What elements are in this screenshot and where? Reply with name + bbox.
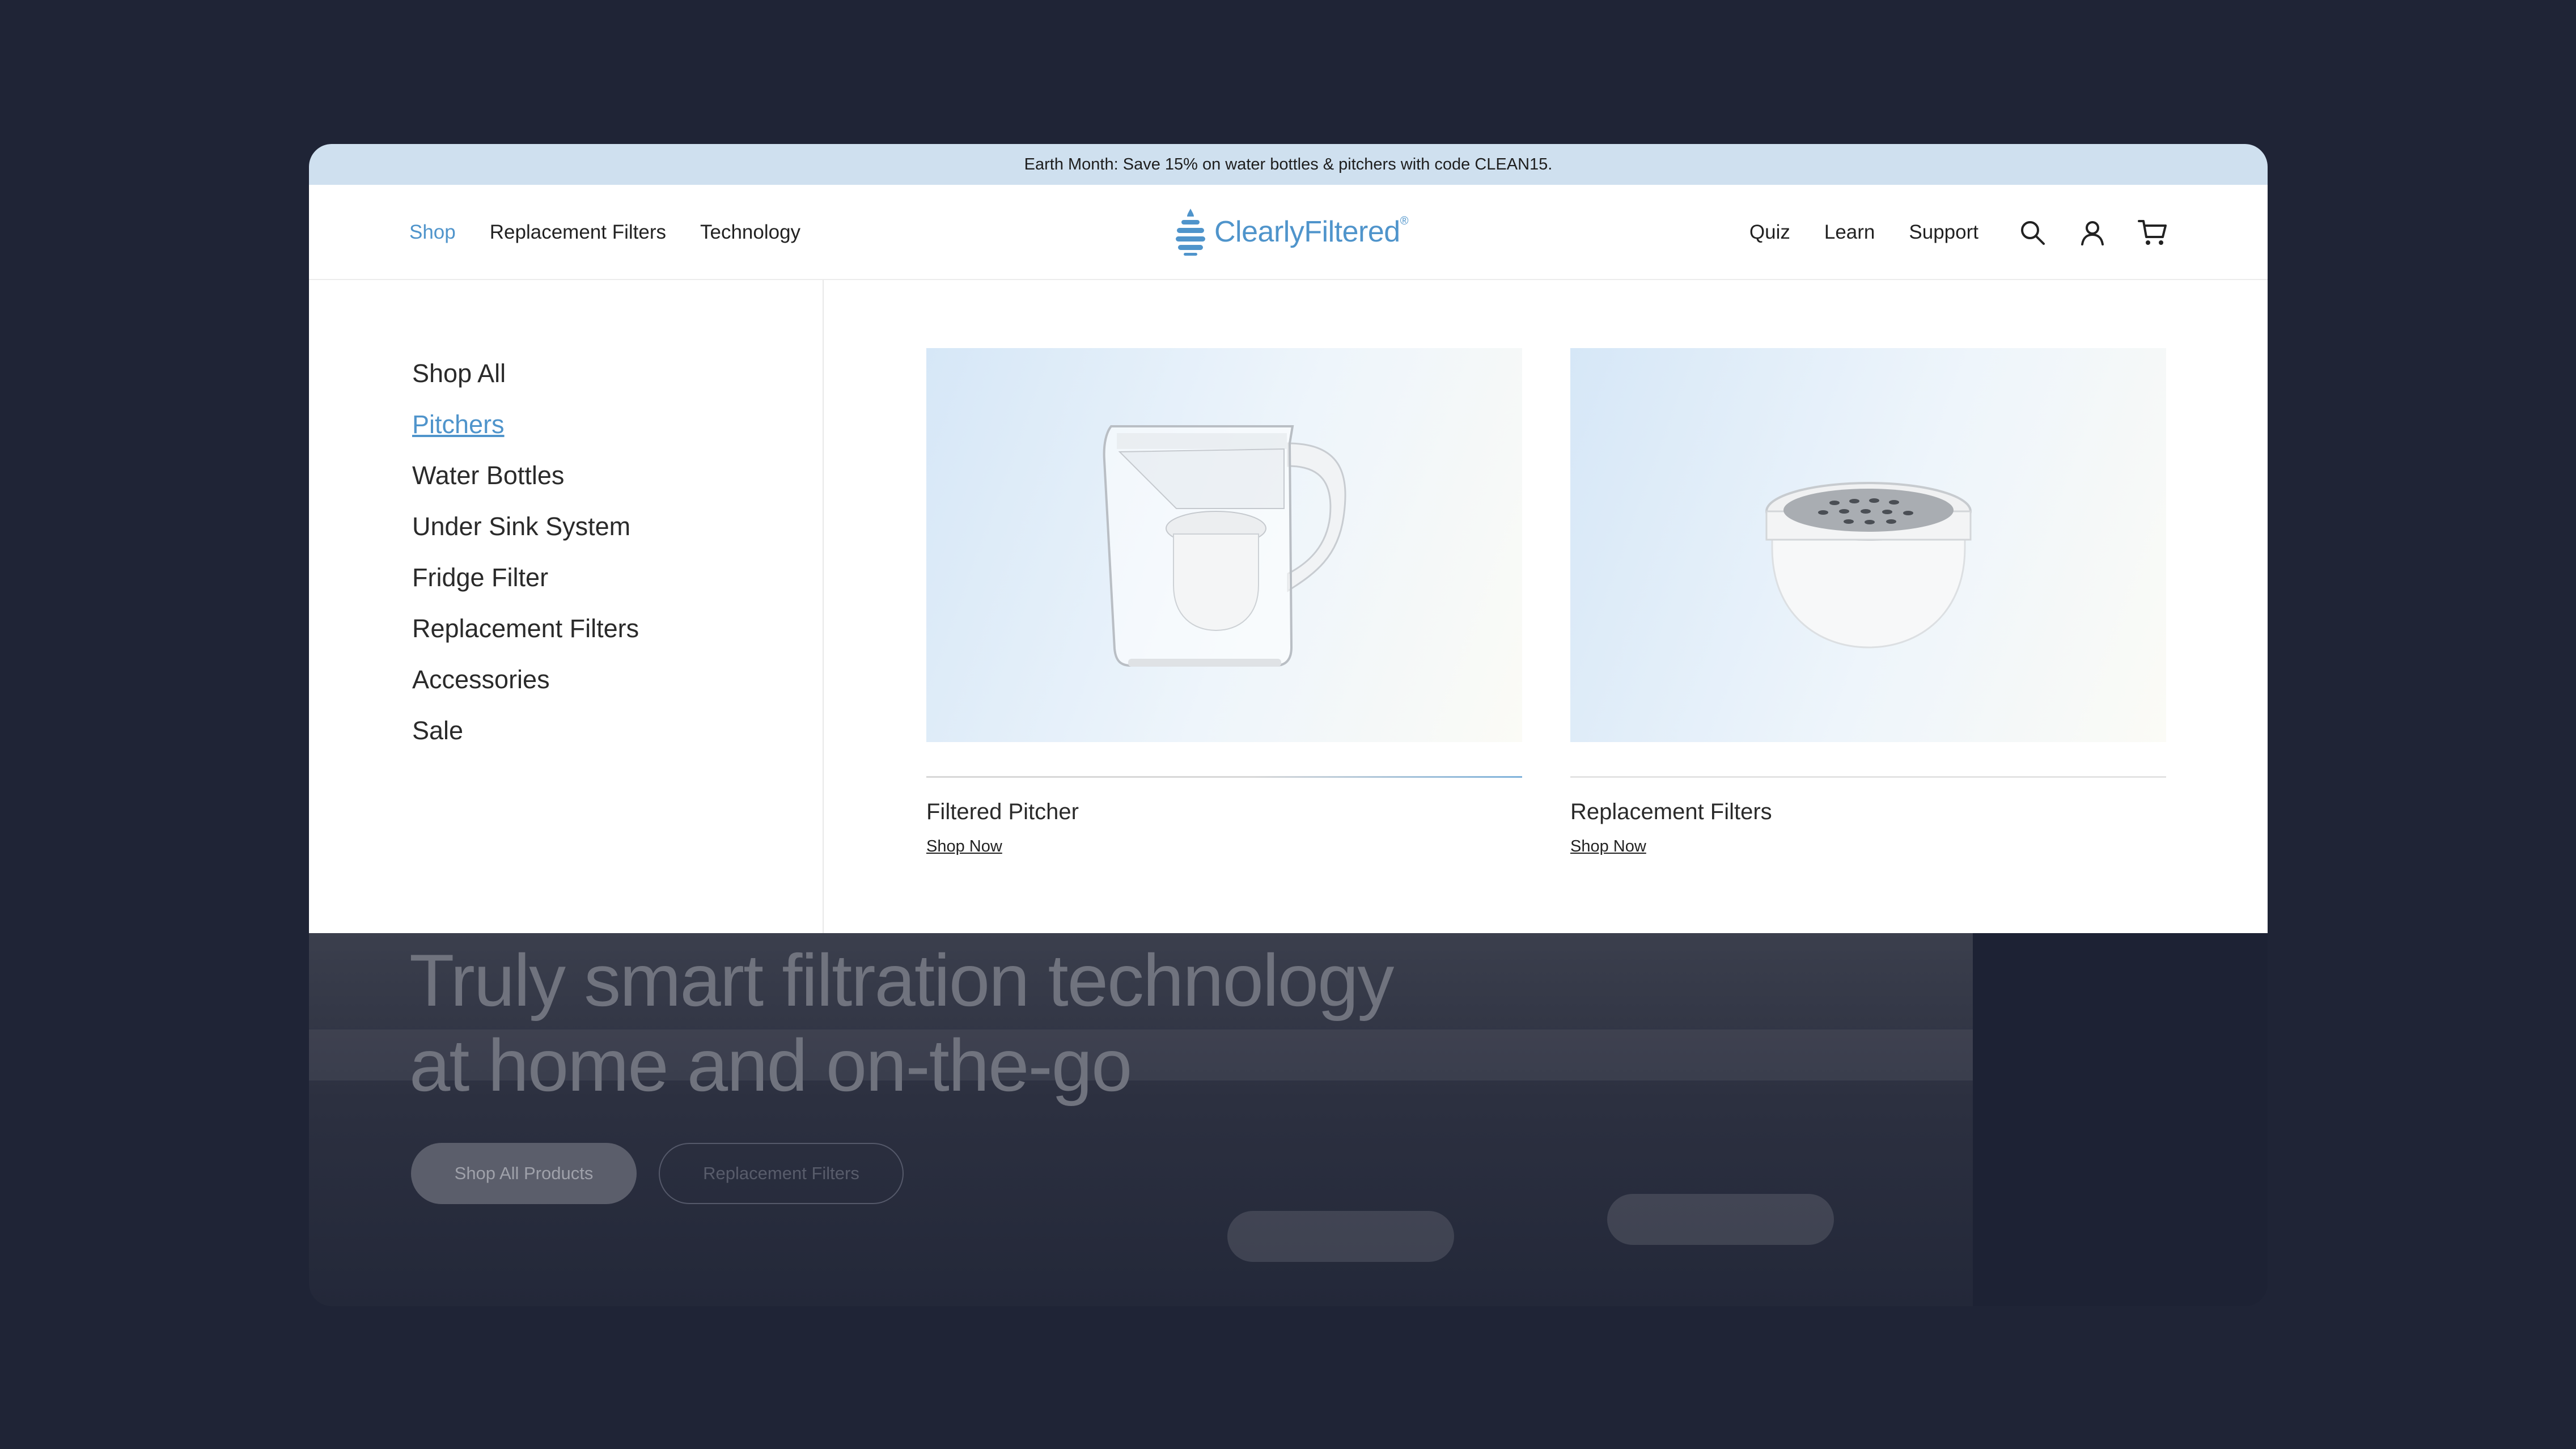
cart-icon[interactable] [2137, 217, 2168, 248]
category-fridge-filter[interactable]: Fridge Filter [412, 552, 639, 603]
site-header: Shop Replacement Filters Technology Clea… [309, 185, 2268, 280]
category-shop-all[interactable]: Shop All [412, 348, 639, 399]
card-title[interactable]: Replacement Filters [1570, 799, 2166, 825]
category-sale[interactable]: Sale [412, 705, 639, 756]
category-water-bottles[interactable]: Water Bottles [412, 450, 639, 501]
nav-quiz[interactable]: Quiz [1749, 221, 1790, 244]
product-card-pitcher[interactable]: Filtered Pitcher Shop Now [926, 348, 1522, 856]
product-card-replacement-filters[interactable]: Replacement Filters Shop Now [1570, 348, 2166, 856]
header-icons [2016, 185, 2168, 280]
water-drop-logo-icon [1176, 209, 1205, 256]
card-title[interactable]: Filtered Pitcher [926, 799, 1522, 825]
primary-nav: Shop Replacement Filters Technology [409, 185, 800, 280]
promo-banner: Earth Month: Save 15% on water bottles &… [309, 144, 2268, 185]
category-under-sink-system[interactable]: Under Sink System [412, 501, 639, 552]
shop-all-products-button[interactable]: Shop All Products [411, 1143, 637, 1204]
replacement-filters-button[interactable]: Replacement Filters [659, 1143, 904, 1204]
category-panel: Shop All Pitchers Water Bottles Under Si… [309, 280, 824, 933]
card-divider [1570, 776, 2166, 778]
search-icon[interactable] [2016, 217, 2048, 248]
brand-logo[interactable]: ClearlyFiltered® [1173, 207, 1408, 256]
card-divider [926, 776, 1522, 778]
category-accessories[interactable]: Accessories [412, 654, 639, 705]
browser-frame: Earth Month: Save 15% on water bottles &… [309, 144, 2268, 1306]
brand-name: ClearlyFiltered® [1214, 215, 1408, 248]
nav-support[interactable]: Support [1909, 221, 1978, 244]
nav-technology[interactable]: Technology [700, 221, 800, 244]
secondary-nav: Quiz Learn Support [1749, 185, 1978, 280]
nav-shop[interactable]: Shop [409, 221, 456, 244]
shop-mega-menu: Shop All Pitchers Water Bottles Under Si… [309, 280, 2268, 933]
account-icon[interactable] [2077, 217, 2108, 248]
nav-replacement-filters[interactable]: Replacement Filters [490, 221, 666, 244]
hero-heading: Truly smart filtration technology at home… [409, 939, 1394, 1107]
filter-image[interactable] [1570, 348, 2166, 742]
category-list: Shop All Pitchers Water Bottles Under Si… [412, 348, 639, 756]
shop-now-link[interactable]: Shop Now [926, 837, 1002, 856]
category-replacement-filters[interactable]: Replacement Filters [412, 603, 639, 654]
shop-now-link[interactable]: Shop Now [1570, 837, 1646, 856]
filter-illustration [1765, 481, 1972, 649]
hero-background-shade [1973, 933, 2268, 1306]
hero-background-stool [1227, 1211, 1454, 1262]
hero-section: Truly smart filtration technology at home… [309, 933, 2268, 1306]
category-pitchers[interactable]: Pitchers [412, 399, 639, 450]
promo-text: Earth Month: Save 15% on water bottles &… [1024, 155, 1553, 173]
pitcher-illustration [1103, 425, 1346, 667]
pitcher-image[interactable] [926, 348, 1522, 742]
hero-background-stool [1607, 1194, 1834, 1245]
nav-learn[interactable]: Learn [1824, 221, 1875, 244]
